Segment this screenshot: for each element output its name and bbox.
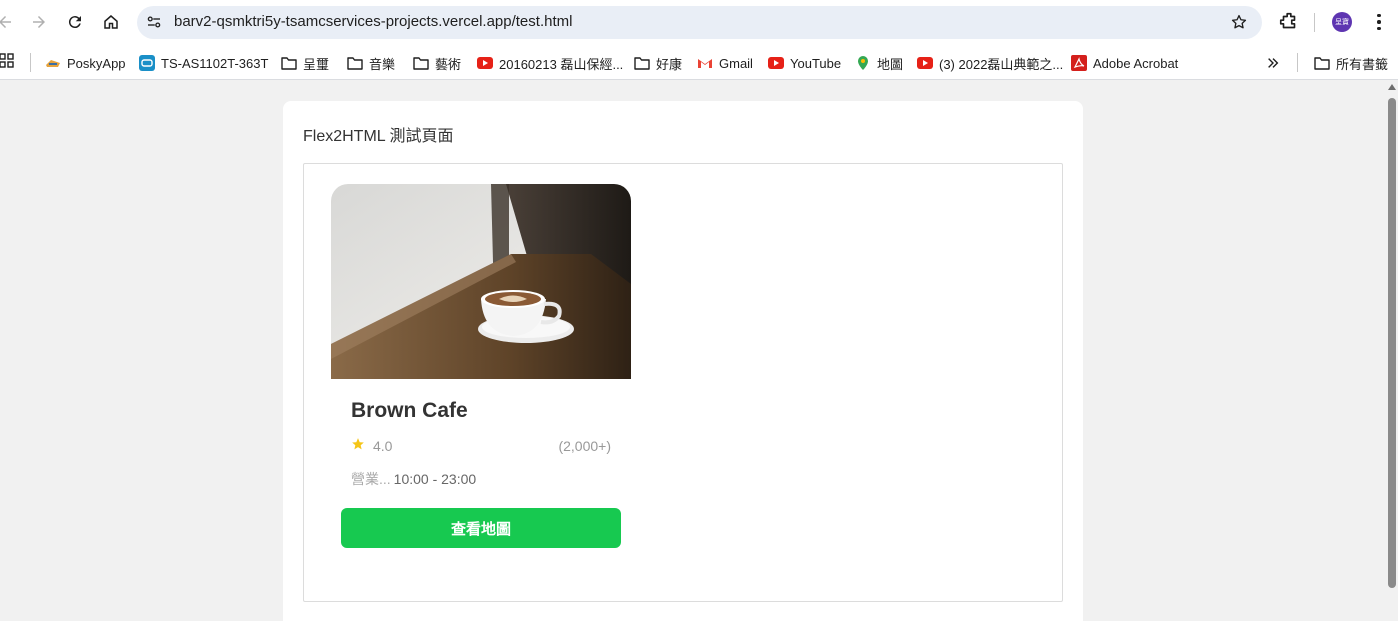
address-bar[interactable]: barv2-qsmktri5y-tsamcservices-projects.v… <box>137 6 1262 39</box>
cafe-card: Brown Cafe 4.0 (2,000+) 營業... 10:00 - 23:… <box>331 184 631 554</box>
page-content: Flex2HTML 測試頁面 Brown Cafe 4.0 (2,000+) 營… <box>0 81 1386 621</box>
url-text[interactable]: barv2-qsmktri5y-tsamcservices-projects.v… <box>174 13 572 30</box>
scroll-up-icon[interactable] <box>1388 84 1396 90</box>
all-bookmarks-folder[interactable]: 所有書籤 <box>1314 52 1388 74</box>
posky-icon <box>46 60 60 67</box>
hours-label: 營業... <box>351 471 391 487</box>
forward-arrow-icon <box>33 16 45 28</box>
toolbar-divider <box>1314 13 1315 32</box>
bookmark-item[interactable]: PoskyApp <box>45 52 126 74</box>
bookmark-star-icon[interactable] <box>1230 13 1248 31</box>
acrobat-icon <box>1071 55 1087 71</box>
forward-button[interactable] <box>26 9 52 35</box>
site-info-icon[interactable] <box>145 13 163 31</box>
bookmarks-bar: PoskyApp TS-AS1102T-363T 呈璽 音樂 藝術 201602… <box>0 45 1398 80</box>
folder-icon <box>1314 57 1330 70</box>
folder-icon <box>347 57 363 70</box>
folder-icon <box>281 57 297 70</box>
gmail-icon <box>698 59 712 68</box>
bookmark-item[interactable]: TS-AS1102T-363T <box>139 52 268 74</box>
more-bookmarks-button[interactable] <box>1266 52 1280 74</box>
nas-icon <box>139 55 155 71</box>
menu-icon[interactable] <box>1369 11 1389 33</box>
preview-box: Brown Cafe 4.0 (2,000+) 營業... 10:00 - 23:… <box>303 163 1063 602</box>
bookmark-folder[interactable]: 好康 <box>634 52 682 74</box>
hero-image <box>331 184 631 379</box>
star-icon <box>352 438 364 450</box>
bookmark-item[interactable]: 20160213 磊山保經... <box>477 52 623 74</box>
cafe-name: Brown Cafe <box>351 399 468 422</box>
folder-icon <box>634 57 650 70</box>
reload-button[interactable] <box>62 9 88 35</box>
youtube-icon <box>917 57 933 69</box>
chevron-double-right-icon <box>1268 58 1279 68</box>
bookmarks-divider <box>1297 53 1298 72</box>
home-icon <box>104 15 118 29</box>
page-title: Flex2HTML 測試頁面 <box>303 128 454 145</box>
review-count: (2,000+) <box>558 438 611 454</box>
bookmark-folder[interactable]: 呈璽 <box>281 52 329 74</box>
extensions-icon[interactable] <box>1278 11 1300 33</box>
container-card: Flex2HTML 測試頁面 Brown Cafe 4.0 (2,000+) 營… <box>283 101 1083 621</box>
hours-value: 10:00 - 23:00 <box>393 471 477 487</box>
bookmark-folder[interactable]: 藝術 <box>413 52 461 74</box>
youtube-icon <box>477 57 493 69</box>
bookmark-item[interactable]: (3) 2022磊山典範之... <box>917 52 1063 74</box>
back-arrow-icon <box>0 16 11 28</box>
bookmarks-divider <box>30 53 31 72</box>
home-button[interactable] <box>98 9 124 35</box>
maps-icon <box>858 56 868 70</box>
browser-toolbar: barv2-qsmktri5y-tsamcservices-projects.v… <box>0 0 1398 45</box>
back-button[interactable] <box>0 9 18 35</box>
profile-avatar[interactable]: 呈寶 <box>1332 12 1352 32</box>
bookmark-item[interactable]: Adobe Acrobat <box>1071 52 1178 74</box>
bookmark-folder[interactable]: 音樂 <box>347 52 395 74</box>
apps-grid-icon[interactable] <box>0 53 16 69</box>
bookmark-item[interactable]: Gmail <box>697 52 753 74</box>
scroll-thumb[interactable] <box>1388 98 1396 588</box>
rating-value: 4.0 <box>373 438 393 454</box>
bookmark-item[interactable]: 地圖 <box>855 52 903 74</box>
hours-row: 營業... 10:00 - 23:00 <box>351 469 476 489</box>
coffee-photo <box>331 184 631 379</box>
youtube-icon <box>768 57 784 69</box>
bookmark-item[interactable]: YouTube <box>768 52 841 74</box>
reload-icon <box>68 16 81 29</box>
view-map-button[interactable]: 查看地圖 <box>341 508 621 548</box>
scrollbar[interactable] <box>1386 81 1398 621</box>
folder-icon <box>413 57 429 70</box>
rating-row: 4.0 (2,000+) <box>351 436 611 456</box>
